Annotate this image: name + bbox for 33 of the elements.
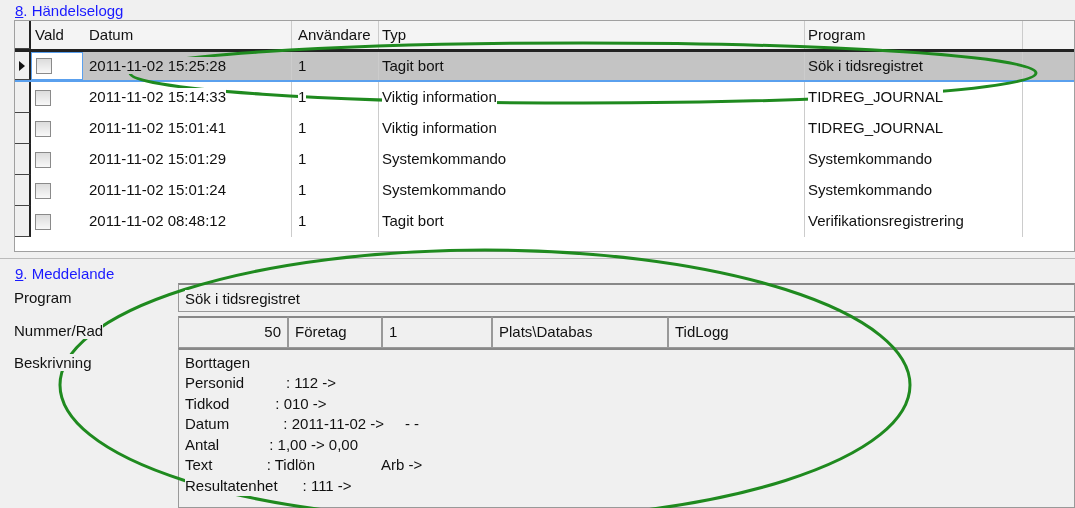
column-header[interactable]: Användare xyxy=(291,21,378,49)
row-header xyxy=(15,82,31,113)
table-row[interactable]: 2011-11-02 15:01:29 1 Systemkommando Systemkommando xyxy=(15,144,1074,175)
checkbox[interactable] xyxy=(36,58,52,74)
column-header[interactable]: Vald xyxy=(31,21,83,49)
checkbox[interactable] xyxy=(35,120,51,137)
database-field: TidLogg xyxy=(668,316,1075,348)
field-label: Beskrivning xyxy=(14,353,92,371)
checkbox[interactable] xyxy=(35,89,51,106)
section-title: 9. Meddelande xyxy=(14,265,115,283)
checkbox[interactable] xyxy=(35,213,51,230)
field-label: Nummer/Rad xyxy=(14,322,104,339)
row-header xyxy=(15,206,31,237)
checkbox[interactable] xyxy=(35,151,51,168)
row-header xyxy=(15,144,31,175)
checkbox[interactable] xyxy=(35,182,51,199)
table-row[interactable]: 2011-11-02 15:25:28 1 Tagit bort Sök i tidsregistret xyxy=(15,51,1074,82)
table-row[interactable]: 2011-11-02 08:48:12 1 Tagit bort Verifikationsregistrering xyxy=(15,206,1074,237)
company-field: 1 xyxy=(382,316,492,348)
row-header xyxy=(15,175,31,206)
program-field: Sök i tidsregistret xyxy=(178,283,1075,312)
table-row[interactable]: 2011-11-02 15:14:33 1 Viktig information TIDREG_JOURNAL xyxy=(15,82,1074,113)
table-row[interactable]: 2011-11-02 15:01:41 1 Viktig information TIDREG_JOURNAL xyxy=(15,113,1074,144)
column-header[interactable]: Program xyxy=(804,21,1023,49)
table-cell: 2011-11-02 15:25:28 xyxy=(89,56,227,74)
field-label: Företag xyxy=(288,316,382,348)
section-title: 8. Händelselogg xyxy=(14,2,124,20)
row-header xyxy=(15,113,31,144)
table-row[interactable]: 2011-11-02 15:01:24 1 Systemkommando Systemkommando xyxy=(15,175,1074,206)
column-header[interactable]: Typ xyxy=(378,21,804,49)
column-header[interactable]: Datum xyxy=(83,23,291,47)
field-label: Plats\Databas xyxy=(492,316,668,348)
number-field: 50 xyxy=(178,316,288,348)
